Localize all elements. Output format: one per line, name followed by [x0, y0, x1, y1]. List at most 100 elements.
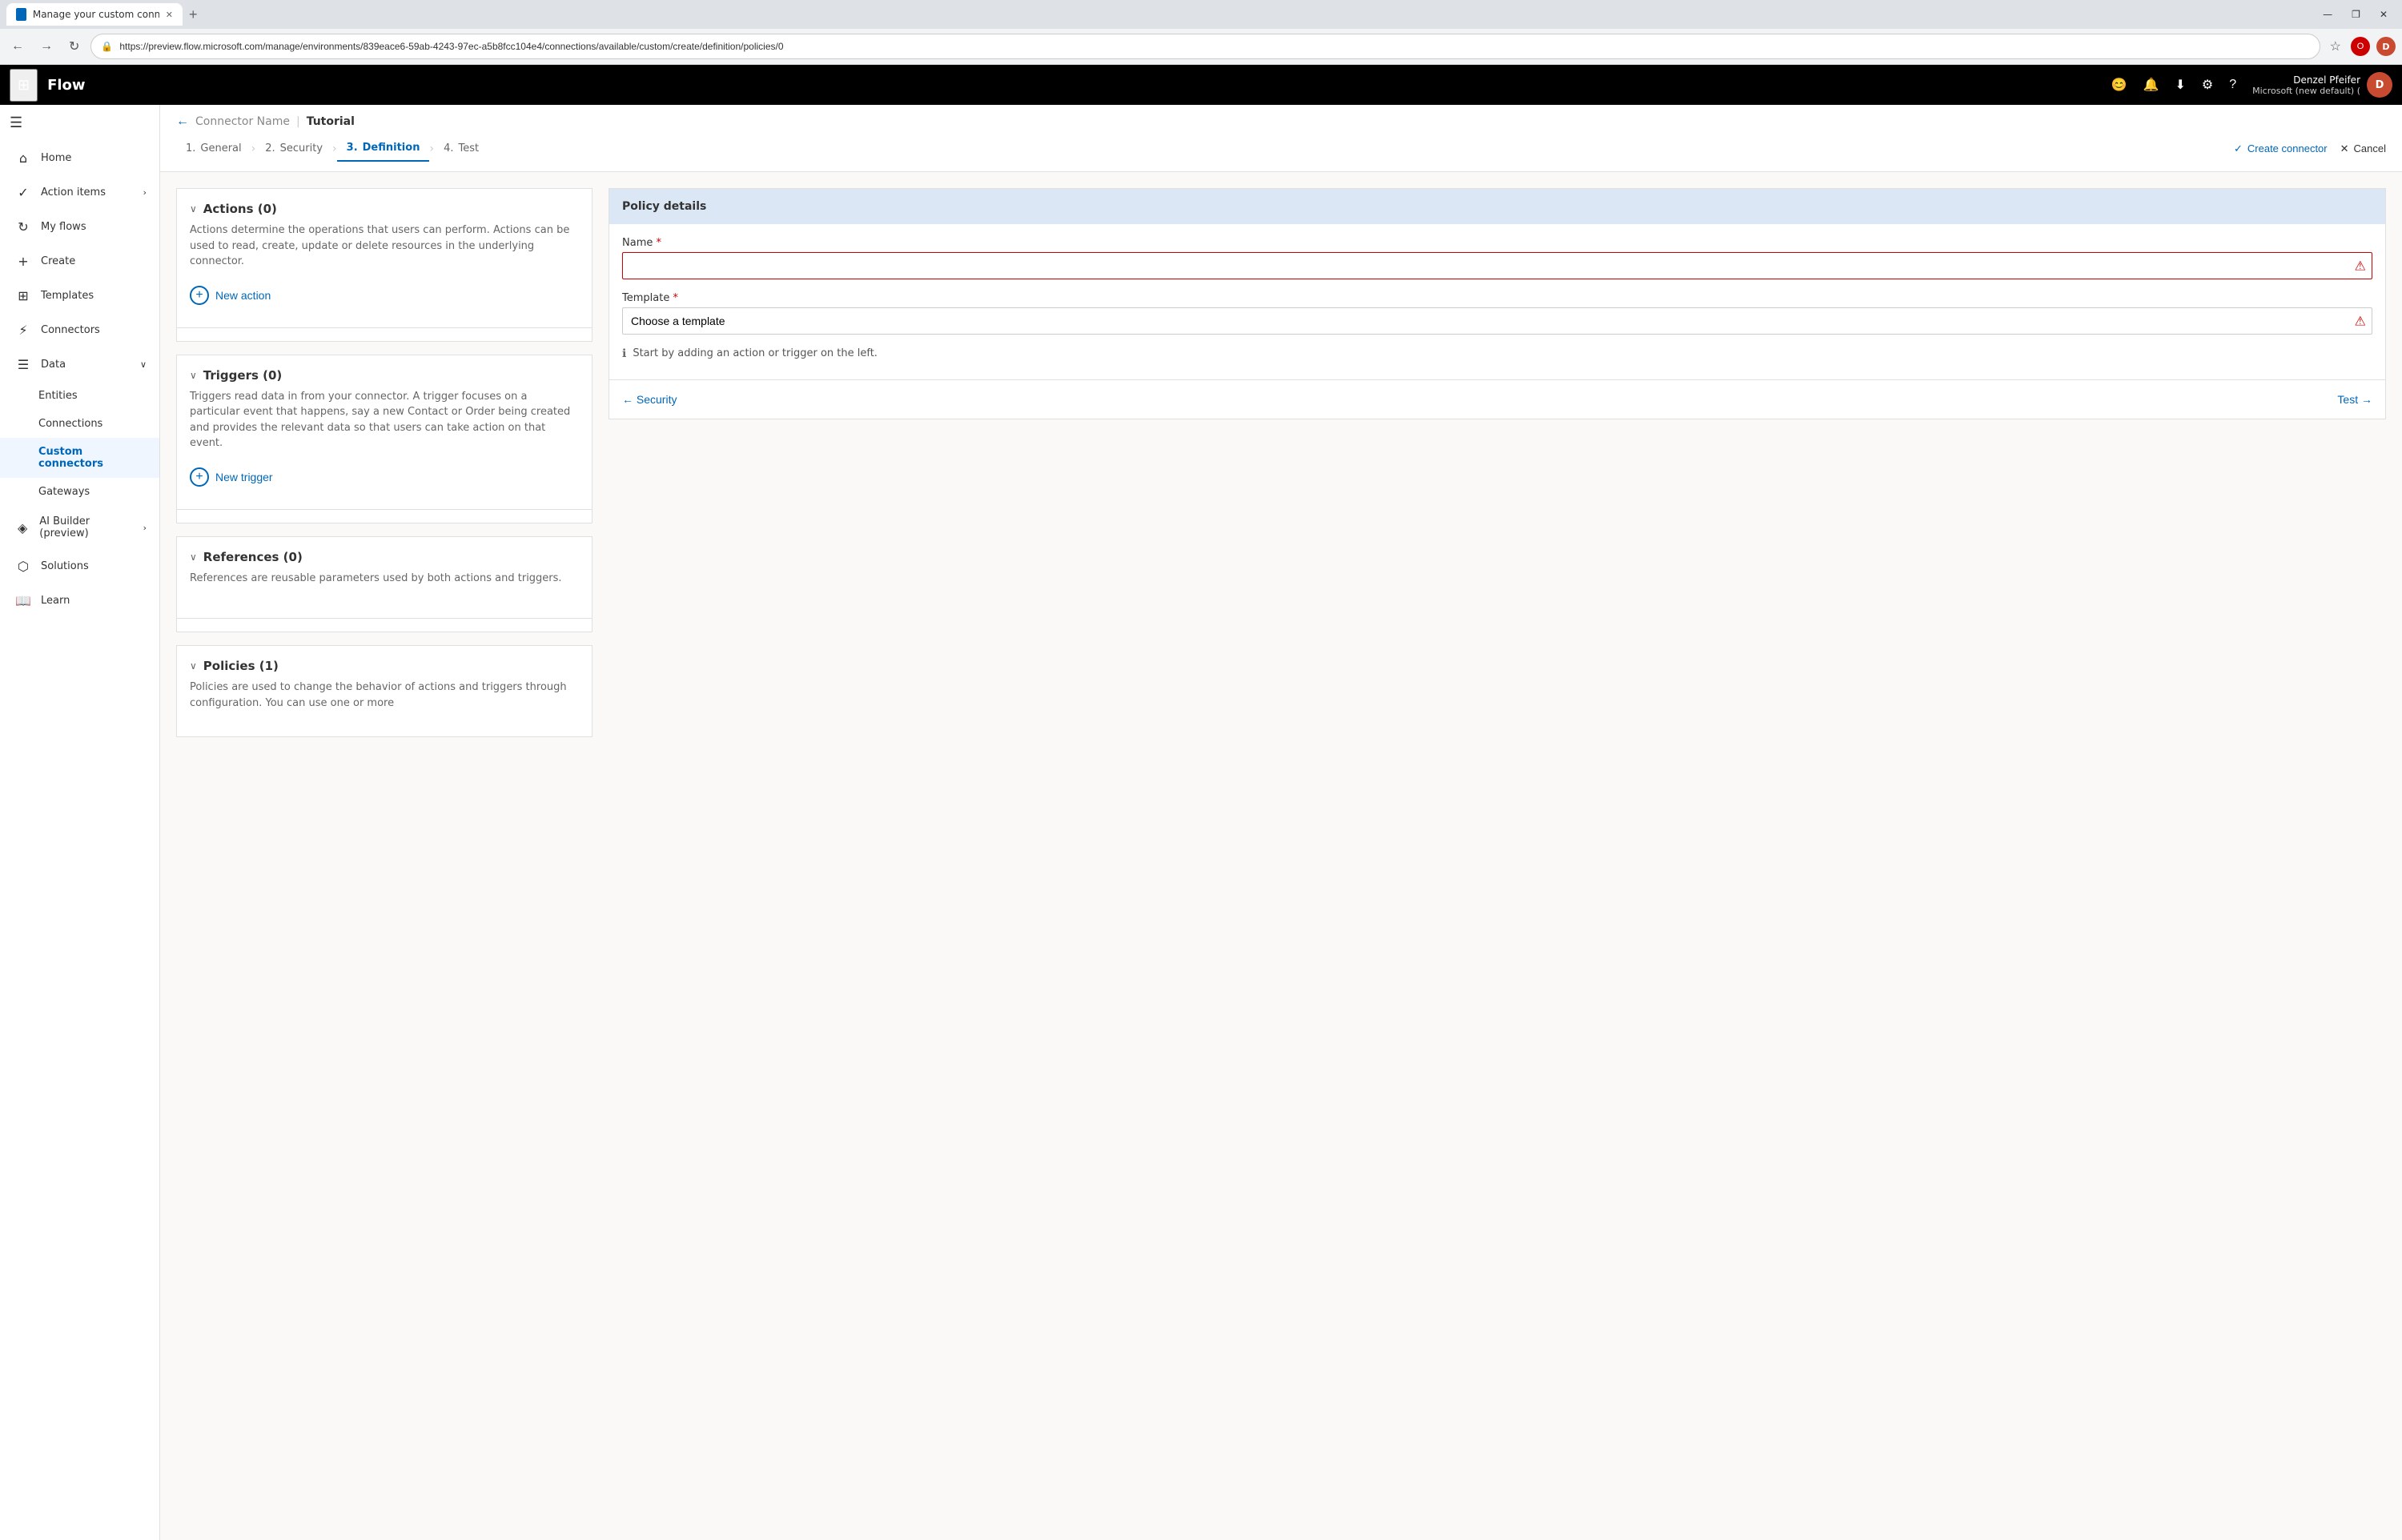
- wizard-step-test[interactable]: 4. Test: [434, 136, 488, 161]
- actions-chevron[interactable]: ∨: [190, 203, 197, 215]
- new-tab-button[interactable]: +: [183, 6, 204, 23]
- actions-header: ∨ Actions (0): [177, 189, 592, 223]
- wizard-step-definition[interactable]: 3. Definition: [337, 135, 430, 162]
- sidebar-item-custom-connectors[interactable]: Custom connectors: [0, 438, 159, 478]
- definition-layout: ∨ Actions (0) Actions determine the oper…: [160, 172, 2402, 766]
- notifications-button[interactable]: 🔔: [2137, 70, 2166, 99]
- user-info: Denzel Pfeifer Microsoft (new default) (…: [2252, 72, 2392, 98]
- forward-button[interactable]: →: [35, 36, 58, 57]
- triggers-chevron[interactable]: ∨: [190, 370, 197, 381]
- panel-footer: ← Security Test →: [609, 379, 2385, 419]
- name-input[interactable]: [622, 252, 2372, 279]
- user-avatar[interactable]: D: [2367, 72, 2392, 98]
- info-icon: ℹ: [622, 347, 626, 360]
- back-button[interactable]: ←: [6, 36, 29, 57]
- new-trigger-button[interactable]: + New trigger: [190, 464, 273, 490]
- sidebar-item-connectors[interactable]: ⚡ Connectors: [0, 313, 159, 347]
- download-button[interactable]: ⬇: [2168, 70, 2191, 99]
- wizard-step-general[interactable]: 1. General: [176, 136, 251, 161]
- add-action-icon: +: [190, 286, 209, 305]
- sidebar-label-home: Home: [41, 152, 71, 164]
- sidebar-label-connectors: Connectors: [41, 324, 100, 336]
- close-tab-button[interactable]: ✕: [166, 10, 173, 20]
- sidebar: ☰ ⌂ Home ✓ Action items › ↻ My flows + C…: [0, 105, 160, 1540]
- sidebar-label-gateways: Gateways: [38, 486, 90, 498]
- references-header: ∨ References (0): [177, 537, 592, 571]
- settings-button[interactable]: ⚙: [2195, 70, 2219, 99]
- info-box: ℹ Start by adding an action or trigger o…: [622, 347, 2372, 360]
- favicon-icon: [16, 8, 26, 21]
- reload-button[interactable]: ↻: [64, 35, 84, 58]
- security-nav-button[interactable]: ← Security: [622, 393, 677, 406]
- sidebar-item-home[interactable]: ⌂ Home: [0, 141, 159, 175]
- actions-description: Actions determine the operations that us…: [190, 223, 579, 270]
- create-connector-button[interactable]: ✓ Create connector: [2234, 142, 2328, 155]
- new-action-button[interactable]: + New action: [190, 283, 271, 308]
- test-nav-button[interactable]: Test →: [2337, 393, 2372, 406]
- actions-body: Actions determine the operations that us…: [177, 223, 592, 321]
- sidebar-toggle-button[interactable]: ☰: [0, 105, 159, 141]
- sidebar-item-entities[interactable]: Entities: [0, 382, 159, 410]
- solutions-icon: ⬡: [15, 559, 31, 574]
- name-label: Name *: [622, 237, 2372, 249]
- sidebar-item-gateways[interactable]: Gateways: [0, 478, 159, 506]
- policies-title: Policies (1): [203, 659, 279, 673]
- triggers-header: ∨ Triggers (0): [177, 355, 592, 389]
- user-avatar-small[interactable]: D: [2376, 37, 2396, 56]
- opera-icon[interactable]: O: [2351, 37, 2370, 56]
- sidebar-item-solutions[interactable]: ⬡ Solutions: [0, 549, 159, 584]
- sidebar-item-create[interactable]: + Create: [0, 244, 159, 279]
- sidebar-label-action-items: Action items: [41, 186, 106, 199]
- ai-builder-chevron: ›: [143, 523, 147, 533]
- references-description: References are reusable parameters used …: [190, 571, 579, 587]
- sidebar-label-create: Create: [41, 255, 75, 267]
- sidebar-item-my-flows[interactable]: ↻ My flows: [0, 210, 159, 244]
- home-icon: ⌂: [15, 150, 31, 166]
- address-bar[interactable]: 🔒: [90, 34, 2320, 59]
- cancel-button[interactable]: ✕ Cancel: [2340, 142, 2386, 155]
- template-select[interactable]: Choose a template: [622, 307, 2372, 335]
- sidebar-item-action-items[interactable]: ✓ Action items ›: [0, 175, 159, 210]
- sidebar-item-learn[interactable]: 📖 Learn: [0, 584, 159, 618]
- policy-panel-title: Policy details: [622, 200, 706, 213]
- sidebar-item-ai-builder[interactable]: ◈ AI Builder (preview) ›: [0, 506, 159, 549]
- sidebar-item-connections[interactable]: Connections: [0, 410, 159, 438]
- maximize-button[interactable]: ❐: [2344, 7, 2368, 22]
- wizard-actions: ✓ Create connector ✕ Cancel: [2234, 142, 2386, 155]
- policies-header: ∨ Policies (1): [177, 646, 592, 680]
- emoji-button[interactable]: 😊: [2105, 70, 2134, 99]
- sidebar-item-data[interactable]: ☰ Data ∨: [0, 347, 159, 382]
- sidebar-label-connections: Connections: [38, 418, 102, 430]
- close-button[interactable]: ✕: [2372, 7, 2396, 22]
- policies-description: Policies are used to change the behavior…: [190, 680, 579, 711]
- policies-chevron[interactable]: ∨: [190, 660, 197, 672]
- policy-panel-header: Policy details: [609, 189, 2385, 224]
- back-button[interactable]: ←: [176, 114, 189, 129]
- bookmark-button[interactable]: ☆: [2327, 35, 2344, 58]
- triggers-body: Triggers read data in from your connecto…: [177, 389, 592, 503]
- template-form-group: Template * Choose a template ⚠: [622, 292, 2372, 335]
- template-error-icon: ⚠: [2355, 314, 2366, 329]
- url-input[interactable]: [119, 41, 2309, 52]
- minimize-button[interactable]: —: [2315, 7, 2340, 22]
- triggers-title: Triggers (0): [203, 368, 282, 383]
- triggers-section: ∨ Triggers (0) Triggers read data in fro…: [176, 355, 592, 523]
- references-title: References (0): [203, 550, 303, 564]
- lock-icon: 🔒: [101, 41, 113, 52]
- name-required: *: [657, 237, 662, 249]
- template-required: *: [673, 292, 678, 304]
- data-chevron: ∨: [140, 359, 147, 370]
- actions-section: ∨ Actions (0) Actions determine the oper…: [176, 188, 592, 342]
- cancel-icon: ✕: [2340, 142, 2349, 155]
- browser-tab[interactable]: Manage your custom connectors ✕: [6, 3, 183, 26]
- learn-icon: 📖: [15, 593, 31, 608]
- help-button[interactable]: ?: [2223, 71, 2243, 98]
- check-icon: ✓: [2234, 142, 2243, 155]
- wizard-step-security[interactable]: 2. Security: [255, 136, 332, 161]
- sidebar-item-templates[interactable]: ⊞ Templates: [0, 279, 159, 313]
- info-text: Start by adding an action or trigger on …: [633, 347, 878, 359]
- ai-builder-icon: ◈: [15, 520, 30, 535]
- waffle-menu-button[interactable]: ⊞: [10, 69, 38, 102]
- user-org: Microsoft (new default) (: [2252, 86, 2360, 96]
- references-chevron[interactable]: ∨: [190, 551, 197, 563]
